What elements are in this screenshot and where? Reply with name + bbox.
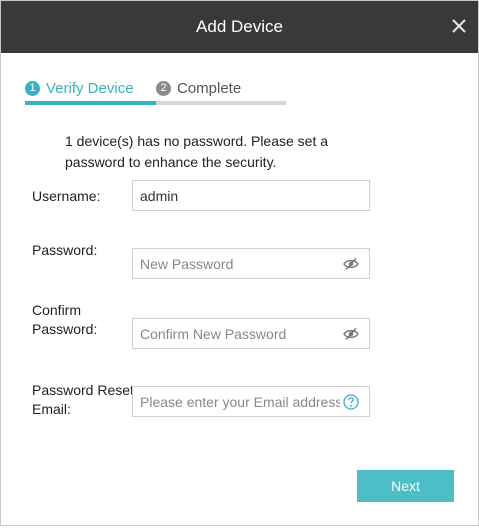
- step-label-complete: Complete: [177, 79, 242, 97]
- help-icon[interactable]: [343, 394, 359, 410]
- step-complete: 2 Complete: [156, 77, 241, 99]
- step-progress-pending: [156, 101, 286, 105]
- reset-email-label-line2: Email:: [32, 401, 71, 417]
- security-notice: 1 device(s) has no password. Please set …: [65, 133, 329, 170]
- next-button[interactable]: Next: [357, 470, 454, 502]
- add-device-dialog: Add Device 1 Verify Device 2 Complete 1 …: [0, 0, 479, 526]
- eye-hidden-icon[interactable]: [343, 326, 359, 342]
- dialog-title: Add Device: [196, 17, 283, 36]
- confirm-password-label: Confirm Password:: [32, 301, 97, 339]
- step-verify-device: 1 Verify Device: [25, 77, 134, 99]
- confirm-password-field-box: [132, 318, 370, 349]
- step-progress-active: [25, 101, 156, 105]
- confirm-password-input[interactable]: [133, 319, 340, 348]
- reset-email-input[interactable]: [133, 387, 340, 416]
- step-indicator: 1 Verify Device 2 Complete: [25, 77, 286, 107]
- close-icon[interactable]: [450, 17, 468, 35]
- step-number-1: 1: [25, 80, 40, 96]
- password-field-box: [132, 248, 370, 279]
- reset-email-label: Password Reset Email:: [32, 381, 134, 419]
- step-label-verify-device: Verify Device: [46, 79, 134, 97]
- username-field-box: [132, 180, 370, 211]
- reset-email-label-line1: Password Reset: [32, 382, 134, 398]
- dialog-titlebar: Add Device: [1, 1, 478, 53]
- password-input[interactable]: [133, 249, 340, 278]
- password-label: Password:: [32, 242, 98, 258]
- username-input[interactable]: [133, 181, 340, 210]
- step-number-2: 2: [156, 80, 171, 96]
- reset-email-field-box: [132, 386, 370, 417]
- username-label: Username:: [32, 188, 101, 204]
- confirm-password-label-line1: Confirm: [32, 302, 82, 318]
- eye-hidden-icon[interactable]: [343, 256, 359, 272]
- confirm-password-label-line2: Password:: [32, 321, 98, 337]
